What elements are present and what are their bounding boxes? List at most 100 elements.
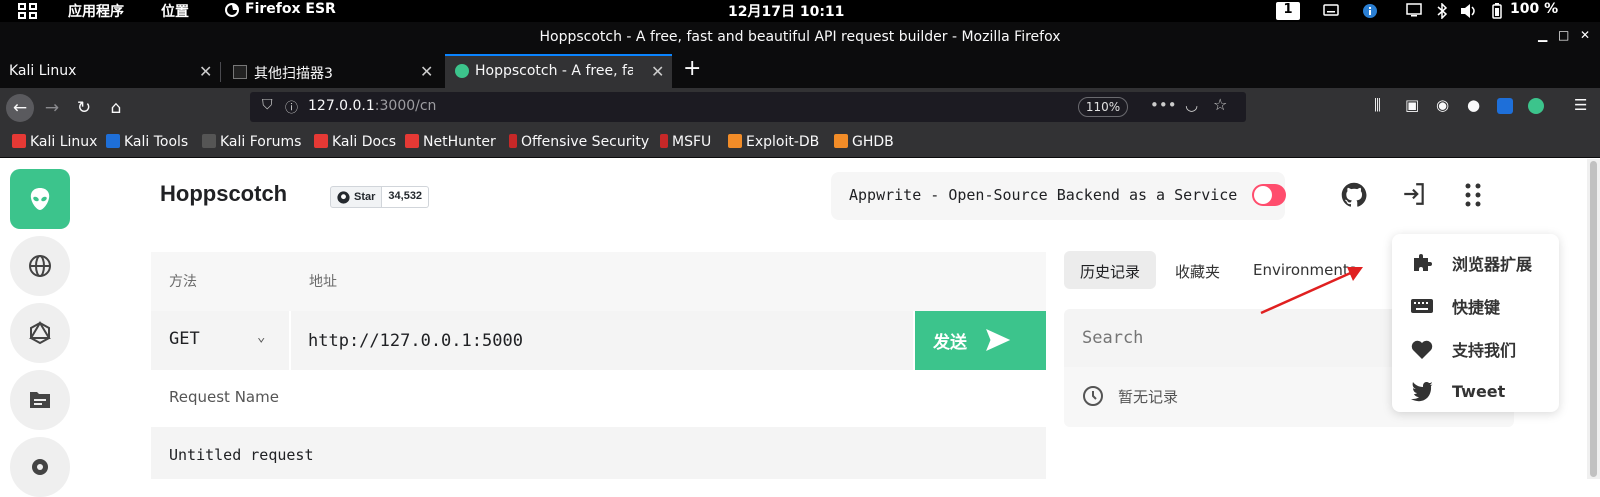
tab-kali-linux[interactable]: Kali Linux ✕ — [0, 56, 221, 88]
menu-label: Tweet — [1452, 381, 1506, 401]
tab-collections[interactable]: 收藏夹 — [1175, 251, 1220, 289]
annotation-arrow — [1260, 267, 1363, 315]
active-app-label[interactable]: Firefox ESR — [245, 1, 336, 17]
bookmark-kali-docs[interactable]: Kali Docs — [314, 134, 396, 150]
graphql-icon — [29, 321, 51, 345]
zoom-level[interactable]: 110% — [1078, 97, 1128, 117]
github-icon — [337, 190, 350, 204]
bookmark-kali-tools[interactable]: Kali Tools — [106, 134, 188, 150]
bookmark-label: Offensive Security — [521, 134, 650, 150]
bookmark-nethunter[interactable]: NetHunter — [405, 134, 496, 150]
app-grid-icon[interactable] — [18, 3, 38, 23]
applications-menu[interactable]: 应用程序 — [68, 1, 124, 21]
maximize-button[interactable]: □ — [1558, 28, 1569, 42]
page-scrollbar[interactable] — [1587, 159, 1600, 479]
battery-percentage[interactable]: 100 % — [1510, 1, 1558, 17]
library-icon[interactable]: ⫼ — [1374, 96, 1381, 114]
folder-icon — [30, 392, 50, 408]
display-icon[interactable] — [1406, 3, 1422, 21]
close-tab-icon[interactable]: ✕ — [651, 62, 664, 81]
url-text[interactable]: 127.0.0.1:3000/cn — [308, 98, 436, 114]
request-panel: 方法 地址 GET ⌄ 发送 Request Name Untitled req… — [151, 252, 1046, 479]
home-icon[interactable]: ⌂ — [102, 94, 130, 122]
clock-icon — [1083, 386, 1103, 406]
bookmark-icon — [834, 134, 848, 148]
request-name-label-row: Request Name — [151, 370, 1046, 427]
bookmark-ghdb[interactable]: GHDB — [834, 134, 894, 150]
close-tab-icon[interactable]: ✕ — [420, 62, 433, 81]
page-actions-icon[interactable]: ••• — [1150, 96, 1177, 114]
tab-history[interactable]: 历史记录 — [1064, 251, 1157, 289]
sponsor-banner[interactable]: Appwrite - Open-Source Backend as a Serv… — [831, 172, 1286, 220]
github-star-label[interactable]: Star — [330, 186, 383, 208]
volume-icon[interactable] — [1460, 3, 1478, 23]
nav-graphql[interactable] — [10, 303, 70, 363]
close-tab-icon[interactable]: ✕ — [199, 62, 212, 81]
new-tab-button[interactable]: + — [683, 56, 701, 81]
sponsor-toggle[interactable] — [1252, 184, 1286, 206]
menu-item-extensions[interactable]: 浏览器扩展 — [1410, 250, 1532, 276]
sponsor-text[interactable]: Appwrite - Open-Source Backend as a Serv… — [849, 186, 1237, 204]
extension-icon[interactable]: ● — [1467, 96, 1480, 114]
bookmark-exploit-db[interactable]: Exploit-DB — [728, 134, 819, 150]
info-icon[interactable] — [1362, 3, 1378, 23]
menu-item-shortcuts[interactable]: 快捷键 — [1410, 293, 1500, 319]
nav-realtime[interactable] — [10, 236, 70, 296]
back-button[interactable]: ← — [6, 94, 34, 122]
forward-button[interactable]: → — [38, 94, 66, 122]
extension-icon[interactable] — [1497, 98, 1513, 114]
login-icon[interactable] — [1401, 181, 1427, 211]
app-brand[interactable]: Hoppscotch — [160, 181, 287, 207]
bookmark-kali-forums[interactable]: Kali Forums — [202, 134, 301, 150]
tab-favicon — [455, 64, 469, 78]
github-icon[interactable] — [1340, 181, 1368, 213]
menu-item-support[interactable]: 支持我们 — [1410, 336, 1516, 362]
bookmark-icon — [12, 134, 26, 148]
bookmark-offensive-security[interactable]: Offensive Security — [509, 134, 649, 150]
close-window-button[interactable]: ✕ — [1580, 28, 1590, 42]
send-button[interactable]: 发送 — [915, 311, 1046, 370]
pocket-icon[interactable]: ◡ — [1185, 96, 1198, 114]
battery-icon[interactable] — [1491, 3, 1503, 23]
minimize-button[interactable]: ▁ — [1538, 28, 1547, 42]
scrollbar-thumb[interactable] — [1590, 161, 1597, 477]
tab-label: Hoppscotch - A free, fast — [475, 63, 633, 79]
tab-hoppscotch[interactable]: Hoppscotch - A free, fast ✕ — [445, 54, 672, 88]
method-select[interactable]: GET ⌄ — [151, 311, 289, 370]
tab-strip: Kali Linux ✕ 其他扫描器3 ✕ Hoppscotch - A fre… — [0, 52, 1600, 88]
firefox-icon — [224, 2, 240, 22]
shield-icon[interactable]: ⛉ — [262, 97, 273, 113]
request-name-input[interactable]: Untitled request — [151, 427, 1046, 479]
github-star-button[interactable]: Star 34,532 — [330, 186, 430, 208]
more-apps-icon[interactable] — [1465, 183, 1481, 211]
clock[interactable]: 12月17日 10:11 — [728, 1, 844, 21]
nav-settings[interactable] — [10, 437, 70, 497]
info-icon[interactable]: ⓘ — [285, 97, 298, 116]
history-empty-state: 暂无记录 — [1082, 385, 1178, 407]
bookmark-msfu[interactable]: MSFU — [660, 134, 711, 150]
account-icon[interactable]: ◉ — [1436, 96, 1449, 114]
star-count[interactable]: 34,532 — [382, 186, 430, 208]
bookmark-icon — [728, 134, 742, 148]
hamburger-menu-icon[interactable]: ☰ — [1574, 96, 1587, 114]
menu-item-tweet[interactable]: Tweet — [1410, 378, 1505, 404]
send-icon — [986, 329, 1011, 351]
bluetooth-icon[interactable] — [1436, 2, 1448, 23]
reader-sidebar-icon[interactable]: ▣ — [1405, 96, 1419, 114]
tab-label: Kali Linux — [9, 63, 77, 79]
url-input[interactable] — [291, 311, 913, 370]
places-menu[interactable]: 位置 — [161, 1, 189, 21]
method-value: GET — [169, 329, 200, 349]
puzzle-icon — [1414, 254, 1432, 271]
workspace-indicator[interactable]: 1 — [1276, 2, 1300, 20]
url-bar[interactable]: ⛉ ⓘ 127.0.0.1:3000/cn 110% ••• ◡ ☆ — [250, 92, 1246, 122]
nav-rest[interactable] — [10, 169, 70, 229]
bookmark-star-icon[interactable]: ☆ — [1213, 95, 1227, 114]
extension-icon[interactable] — [1528, 98, 1544, 114]
bookmark-kali-linux[interactable]: Kali Linux — [12, 134, 97, 150]
tab-scanner[interactable]: 其他扫描器3 ✕ — [222, 56, 444, 88]
nav-documentation[interactable] — [10, 370, 70, 430]
reload-button[interactable]: ↻ — [70, 94, 98, 122]
request-name-value[interactable]: Untitled request — [169, 446, 314, 464]
keyboard-icon[interactable] — [1323, 3, 1339, 21]
